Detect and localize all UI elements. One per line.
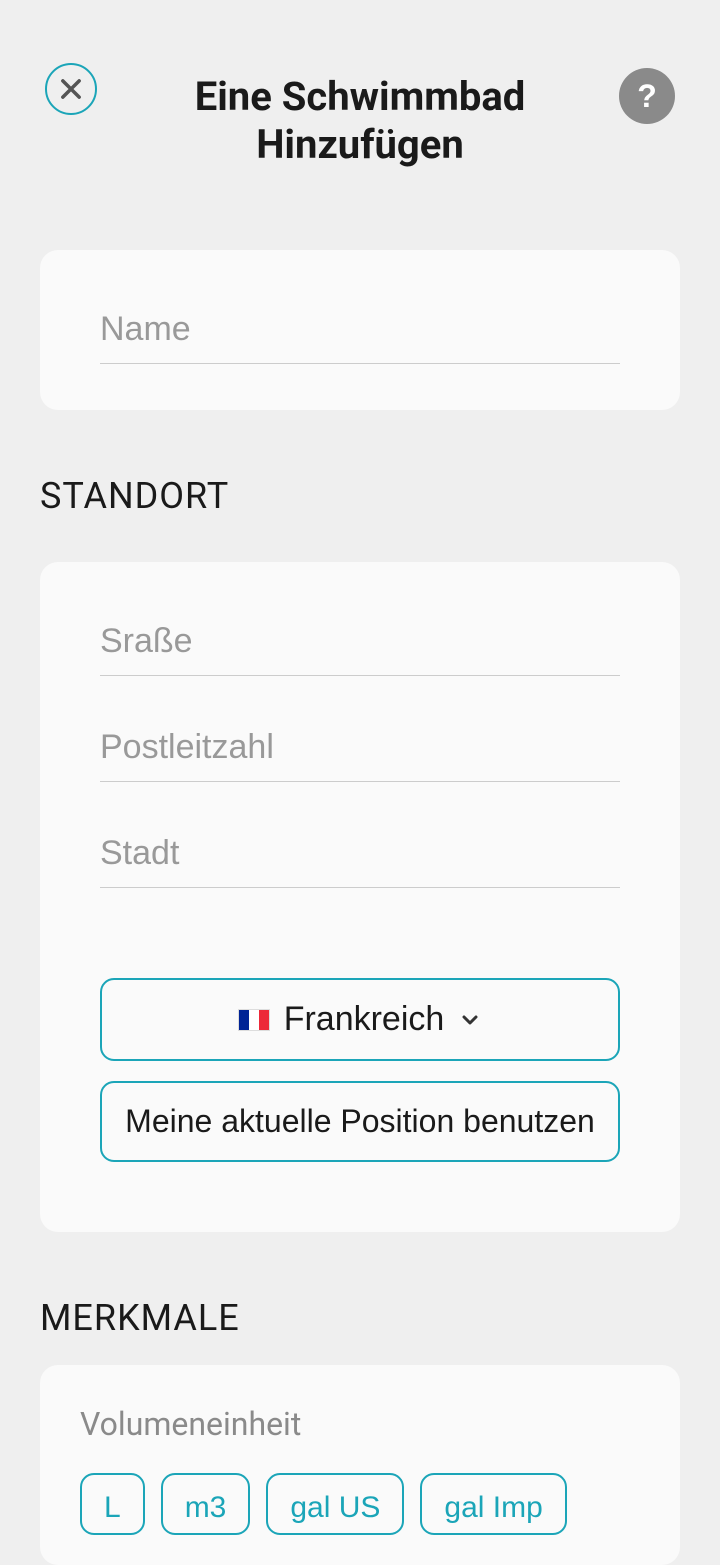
use-current-location-button[interactable]: Meine aktuelle Position benutzen xyxy=(100,1081,620,1162)
name-card xyxy=(40,250,680,410)
help-button[interactable]: ? xyxy=(619,68,675,124)
postal-field[interactable] xyxy=(100,718,620,782)
features-card: Volumeneinheit L m3 gal US gal Imp xyxy=(40,1365,680,1565)
city-input-group xyxy=(100,824,620,888)
city-field[interactable] xyxy=(100,824,620,888)
volume-unit-label: Volumeneinheit xyxy=(80,1405,640,1443)
unit-l-button[interactable]: L xyxy=(80,1473,145,1535)
unit-gal-us-button[interactable]: gal US xyxy=(266,1473,404,1535)
question-icon: ? xyxy=(637,78,657,115)
close-icon xyxy=(57,75,85,103)
postal-input-group xyxy=(100,718,620,782)
unit-m3-button[interactable]: m3 xyxy=(161,1473,251,1535)
street-input-group xyxy=(100,612,620,676)
unit-gal-imp-button[interactable]: gal Imp xyxy=(420,1473,566,1535)
chevron-down-icon xyxy=(458,1008,482,1032)
country-selector[interactable]: Frankreich xyxy=(100,978,620,1061)
country-label: Frankreich xyxy=(284,1000,445,1039)
name-input-group xyxy=(100,300,620,364)
header: Eine Schwimmbad Hinzufügen ? xyxy=(0,0,720,200)
location-heading: STANDORT xyxy=(40,475,680,517)
unit-buttons-row: L m3 gal US gal Imp xyxy=(80,1473,640,1535)
name-field[interactable] xyxy=(100,300,620,364)
france-flag-icon xyxy=(238,1009,270,1031)
street-field[interactable] xyxy=(100,612,620,676)
close-button[interactable] xyxy=(45,63,97,115)
features-heading: MERKMALE xyxy=(40,1297,680,1339)
page-title: Eine Schwimmbad Hinzufügen xyxy=(40,58,680,169)
location-card: Frankreich Meine aktuelle Position benut… xyxy=(40,562,680,1232)
